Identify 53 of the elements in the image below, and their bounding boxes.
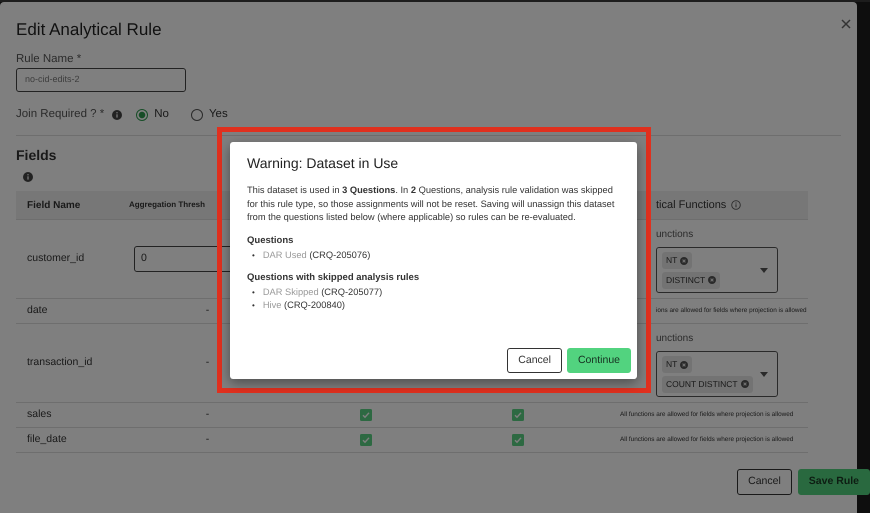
table-cell: sales (16, 403, 125, 428)
field-label: Rule Name * (16, 52, 82, 66)
table-cell-text: - (206, 407, 210, 422)
list-bullet: • (252, 286, 255, 298)
section-heading: Fields (16, 147, 56, 164)
checkbox[interactable] (360, 434, 372, 446)
info-icon[interactable] (112, 110, 122, 120)
list-bullet: • (252, 300, 255, 312)
table-cell: file_date (16, 428, 125, 454)
chip[interactable]: COUNT DISTINCT (662, 376, 753, 393)
chip[interactable]: NT (662, 356, 692, 373)
table-cell-text: - (206, 355, 210, 370)
modal-title: Warning: Dataset in Use (247, 155, 400, 172)
primary-button[interactable]: Save Rule (798, 469, 870, 496)
remove-icon[interactable] (680, 360, 688, 369)
list-bullet: • (252, 250, 255, 262)
column-header: Field Name (16, 191, 125, 220)
field-value: no-cid-edits-2 (25, 73, 80, 86)
question-item: DAR Skipped (CRQ-205077) (262, 286, 382, 298)
radio-option[interactable]: Yes (190, 106, 228, 124)
multi-select[interactable]: NT COUNT DISTINCT (656, 351, 778, 398)
primary-button[interactable]: Continue (566, 348, 631, 373)
cancel-button[interactable]: Cancel (507, 348, 562, 373)
table-cell: transaction_id (16, 324, 125, 404)
column-header: tical Functions (656, 198, 726, 213)
remove-icon[interactable] (740, 380, 749, 388)
field-label: unctions (655, 332, 694, 346)
caret-icon[interactable] (760, 268, 768, 274)
caret-icon[interactable] (760, 372, 768, 378)
radio-option[interactable]: No (136, 106, 169, 124)
chip[interactable]: DISTINCT (662, 272, 720, 289)
checkbox[interactable] (512, 409, 524, 422)
table-cell-text: - (206, 432, 210, 448)
chip[interactable]: NT (662, 252, 692, 269)
cancel-button[interactable]: Cancel (737, 469, 792, 496)
question-item: Hive (CRQ-200840) (262, 298, 345, 312)
field-label: Join Required ? * (16, 107, 104, 122)
close-icon[interactable] (840, 18, 852, 30)
multi-select[interactable]: NT DISTINCT (656, 247, 778, 294)
checkbox[interactable] (360, 409, 372, 422)
text-field[interactable]: no-cid-edits-2 (16, 68, 186, 92)
list-heading: Questions (247, 234, 294, 246)
list-heading: Questions with skipped analysis rules (247, 272, 420, 284)
table-cell: date (16, 299, 125, 324)
table-cell-text: - (206, 303, 210, 318)
checkbox[interactable] (512, 434, 524, 446)
table-cell: customer_id (16, 220, 125, 300)
field-label: unctions (655, 228, 694, 242)
info-icon[interactable] (23, 172, 33, 182)
info-icon[interactable] (731, 200, 742, 210)
dialog-title: Edit Analytical Rule (16, 20, 163, 40)
remove-icon[interactable] (680, 256, 688, 265)
remove-icon[interactable] (708, 276, 716, 284)
